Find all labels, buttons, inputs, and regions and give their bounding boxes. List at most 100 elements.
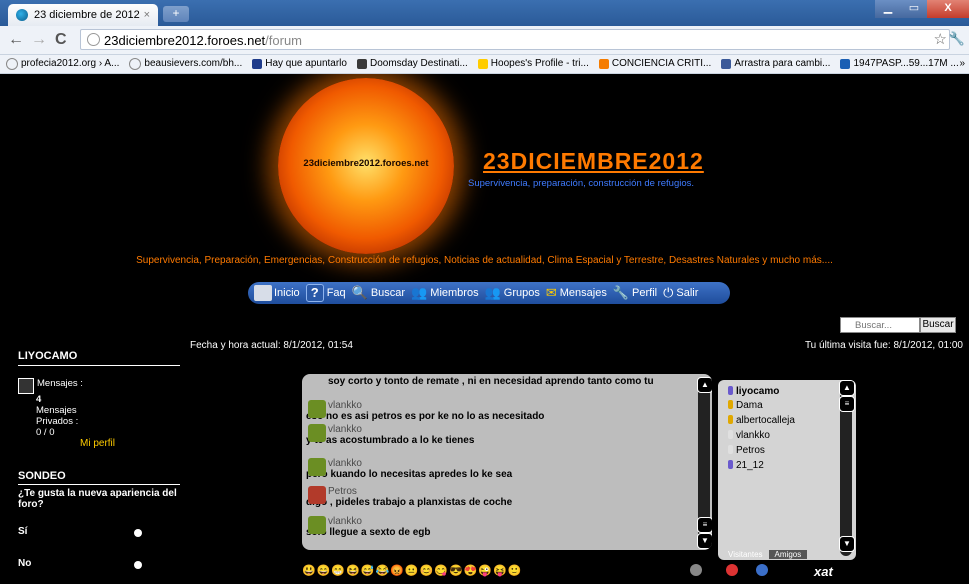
bookmark-favicon-icon	[6, 58, 18, 70]
color-icon[interactable]	[726, 564, 738, 576]
tab-visitantes[interactable]: Visitantes	[722, 550, 769, 559]
back-button[interactable]: ←	[8, 31, 24, 49]
tab-title: 23 diciembre de 2012	[34, 9, 140, 21]
chat-user[interactable]: Petros	[728, 445, 765, 456]
bookmark-star-icon[interactable]: ☆	[934, 30, 947, 48]
nav-faq[interactable]: ? Faq	[305, 284, 346, 302]
scroll-up-icon[interactable]: ▲	[697, 377, 712, 393]
chat-messages: soy corto y tonto de remate , ni en nece…	[306, 374, 691, 550]
search-button[interactable]: Buscar	[920, 317, 956, 333]
scroll-thumb-icon[interactable]: ≡	[839, 396, 855, 412]
close-window-button[interactable]: X	[927, 0, 969, 18]
nav-grupos[interactable]: 👥 Grupos	[485, 285, 540, 301]
chat-user[interactable]: Dama	[728, 400, 763, 411]
site-title-link[interactable]: 23DICIEMBRE2012	[483, 148, 704, 175]
profile-box: Mensajes : 4 Mensajes Privados : 0 / 0	[18, 378, 158, 438]
bookmark-item[interactable]: beausievers.com/bh...	[129, 55, 242, 73]
wrench-profile-icon: 🔧	[612, 285, 630, 300]
poll-title: SONDEO	[18, 470, 180, 485]
bookmark-favicon-icon	[129, 58, 142, 70]
chat-scrollbar[interactable]: ▲ ≡ ▼	[697, 377, 712, 549]
private-count: 0 / 0	[36, 427, 55, 438]
scroll-up-icon[interactable]: ▲	[839, 380, 855, 396]
chat-user[interactable]: albertocalleja	[728, 415, 795, 426]
bookmark-item[interactable]: 1947PASP...59...17M ...	[840, 55, 959, 73]
user-list-tabs: Visitantes Amigos	[722, 550, 808, 559]
my-profile-link[interactable]: Mi perfil	[80, 438, 115, 449]
minimize-button[interactable]: ▁	[875, 0, 901, 18]
chat-box: soy corto y tonto de remate , ni en nece…	[302, 374, 712, 550]
forum-page: 23diciembre2012.foroes.net 23DICIEMBRE20…	[0, 74, 969, 584]
nav-miembros[interactable]: 👥 Miembros	[411, 285, 478, 301]
site-subtitle: Supervivencia, preparación, construcción…	[468, 178, 695, 189]
address-bar[interactable]: 23diciembre2012.foroes.net/forum	[80, 29, 950, 50]
user-icon	[728, 445, 733, 454]
sun-logo-text: 23diciembre2012.foroes.net	[303, 158, 429, 169]
bookmark-favicon-icon	[840, 59, 851, 69]
nav-inicio[interactable]: Inicio	[254, 285, 300, 301]
help-icon[interactable]	[756, 564, 768, 576]
poll-option-yes-radio[interactable]	[134, 529, 142, 537]
scroll-down-icon[interactable]: ▼	[697, 533, 712, 549]
bookmarks-bar: profecia2012.org › A... beausievers.com/…	[0, 55, 969, 74]
window-controls: ▁ ▭ X	[875, 0, 969, 18]
wrench-icon[interactable]: 🔧	[949, 31, 965, 47]
search-form: Buscar	[840, 317, 956, 333]
scroll-down-icon[interactable]: ▼	[839, 536, 855, 552]
reload-button[interactable]: C	[55, 31, 67, 49]
bookmark-favicon-icon	[252, 59, 263, 69]
sidebar-username: LIYOCAMO	[18, 350, 180, 366]
chat-user[interactable]: 21_12	[728, 460, 764, 471]
bookmark-favicon-icon	[477, 59, 488, 69]
browser-tab[interactable]: 23 diciembre de 2012 ×	[8, 4, 158, 26]
smiley-bar[interactable]: 😃😄😁😆😅😂😡😐😊😋😎😍😜😝🙂	[302, 564, 522, 577]
poll-option-no-label: No	[18, 558, 32, 569]
groups-icon: 👥	[484, 285, 501, 300]
bookmark-item[interactable]: Hoopes's Profile - tri...	[477, 55, 589, 73]
user-icon	[728, 415, 733, 424]
bookmark-item[interactable]: Doomsday Destinati...	[356, 55, 468, 73]
scroll-thumb-icon[interactable]: ≡	[697, 517, 712, 533]
nav-mensajes[interactable]: ✉ Mensajes	[546, 285, 607, 301]
bookmark-item[interactable]: CONCIENCIA CRITI...	[598, 55, 711, 73]
search-input[interactable]	[840, 317, 920, 333]
user-list-scrollbar[interactable]: ▲ ≡ ▼	[839, 380, 855, 556]
forum-nav-bar: Inicio ? Faq 🔍 Buscar 👥 Miembros 👥 Grupos ✉ M…	[248, 282, 730, 304]
poll-question: ¿Te gusta la nueva apariencia del foro?	[18, 488, 177, 510]
bookmarks-overflow-icon[interactable]: »	[959, 55, 965, 73]
tab-amigos[interactable]: Amigos	[768, 550, 808, 559]
nav-salir[interactable]: ⏻ Salir	[663, 285, 698, 301]
members-icon: 👥	[411, 285, 428, 300]
bookmark-item[interactable]: Arrastra para cambi...	[721, 55, 830, 73]
magnifier-icon: 🔍	[351, 285, 368, 300]
chat-user[interactable]: vlankko	[728, 430, 770, 441]
bookmark-item[interactable]: profecia2012.org › A...	[6, 55, 119, 73]
maximize-button[interactable]: ▭	[901, 0, 927, 18]
url-host: 23diciembre2012.foroes.net	[104, 33, 266, 48]
xat-logo[interactable]: xat	[814, 564, 833, 579]
user-avatar	[308, 486, 326, 504]
current-date: Fecha y hora actual: 8/1/2012, 01:54	[190, 340, 353, 351]
sound-icon[interactable]	[690, 564, 702, 576]
chat-user[interactable]: liyocamo	[728, 386, 779, 397]
forward-button[interactable]: →	[31, 31, 47, 49]
messages-label: Mensajes :	[37, 378, 83, 389]
user-avatar	[308, 458, 326, 476]
envelope-icon: ✉	[545, 285, 557, 300]
tab-close-icon[interactable]: ×	[144, 9, 150, 21]
question-icon: ?	[305, 284, 324, 302]
last-visit: Tu última visita fue: 8/1/2012, 01:00	[804, 340, 963, 351]
new-tab-button[interactable]: +	[163, 6, 189, 22]
bookmark-favicon-icon	[598, 59, 609, 69]
user-icon	[728, 400, 733, 409]
bookmark-item[interactable]: Hay que apuntarlo	[252, 55, 347, 73]
bookmark-favicon-icon	[356, 59, 367, 69]
nav-perfil[interactable]: 🔧 Perfil	[613, 285, 657, 301]
chat-message: soy corto y tonto de remate , ni en nece…	[328, 376, 654, 387]
avatar	[18, 378, 34, 394]
nav-buscar[interactable]: 🔍 Buscar	[352, 285, 405, 301]
poll-option-yes-label: Sí	[18, 526, 28, 537]
chat-message: vlankko solo llegue a sexto de egb	[306, 516, 431, 538]
poll-option-no-radio[interactable]	[134, 561, 142, 569]
url-path: /forum	[265, 33, 303, 48]
